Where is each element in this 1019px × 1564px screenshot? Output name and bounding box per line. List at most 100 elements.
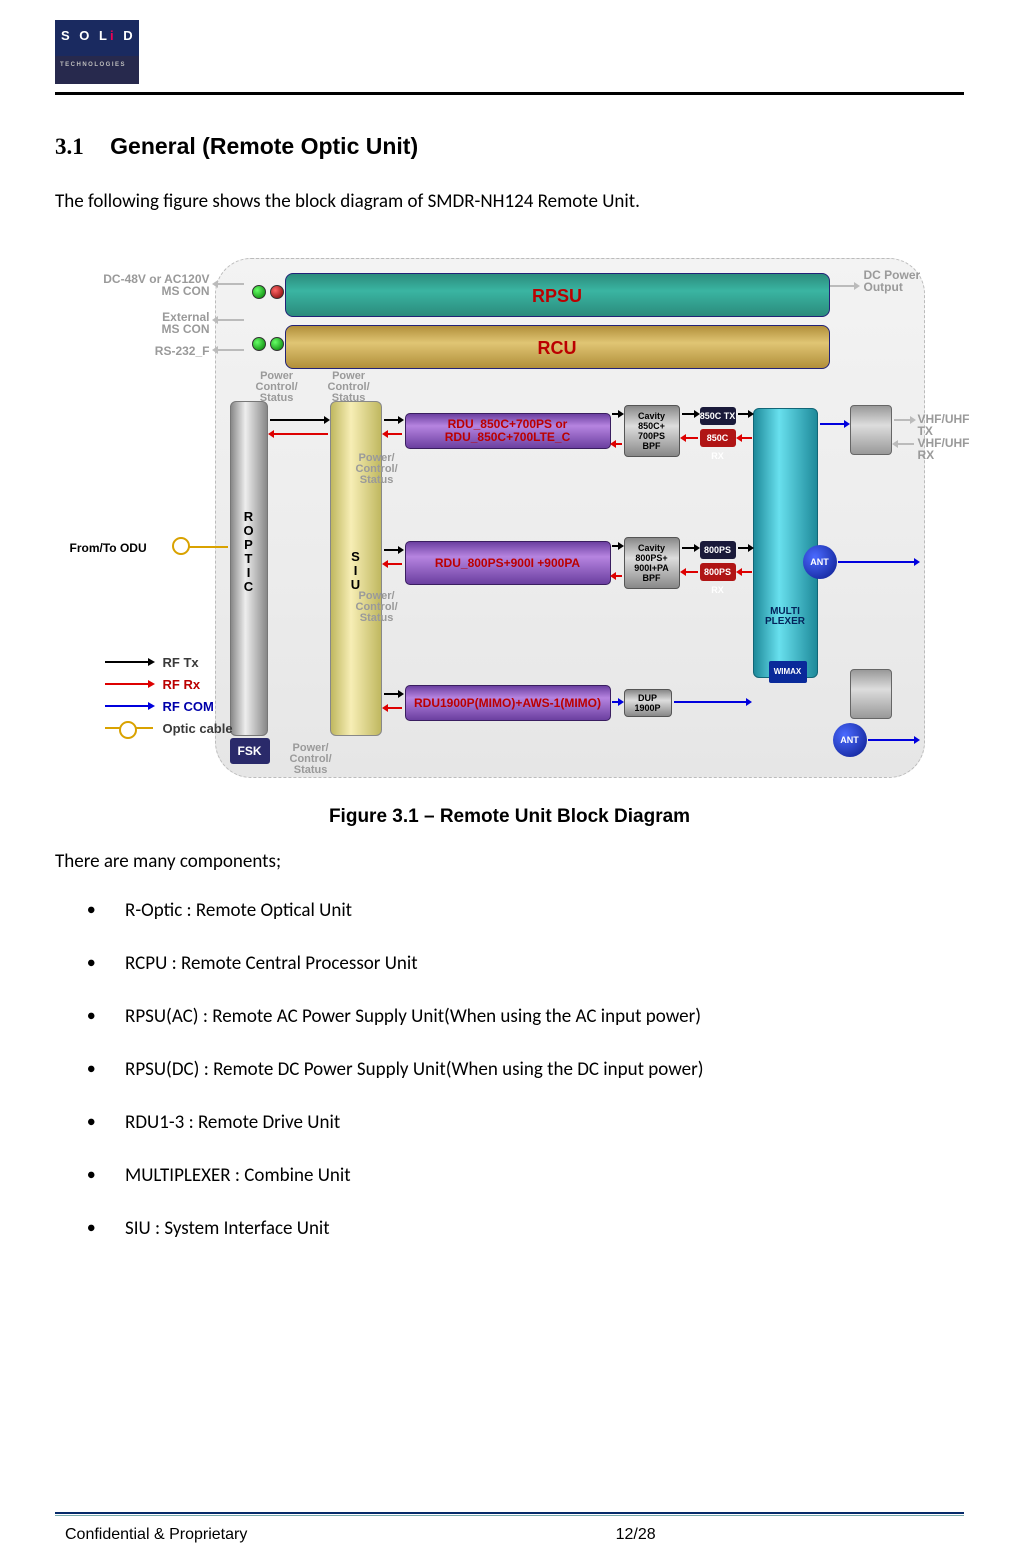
vhf-rx: VHF/UHF RX: [918, 437, 970, 461]
arrow: [674, 701, 750, 703]
arrow: [838, 561, 918, 563]
arrow: [612, 545, 622, 547]
arrow-ms2: [214, 319, 244, 321]
pcs1: Power Control/ Status: [256, 371, 298, 404]
legend-optic: Optic cable: [105, 719, 233, 737]
rcu-led-green1: [252, 337, 266, 351]
side-dcpower: DC Power Output: [864, 269, 921, 293]
arrow: [682, 437, 698, 439]
rdu3: RDU1900P(MIMO)+AWS-1(MIMO): [405, 685, 611, 721]
comp-item: RPSU(DC) : Remote DC Power Supply Unit(W…: [125, 1058, 964, 1081]
arrow: [384, 549, 402, 551]
side-rs232: RS-232_F: [130, 345, 210, 357]
arrow: [384, 563, 402, 565]
logo-pre: S O L: [61, 28, 110, 43]
arrow: [738, 571, 752, 573]
vhf-tx: VHF/UHF TX: [918, 413, 970, 437]
arrow: [384, 693, 402, 695]
arrow: [820, 423, 848, 425]
pcs5: Power/ Control/ Status: [290, 743, 332, 776]
pcs2: Power Control/ Status: [328, 371, 370, 404]
arrow: [682, 571, 698, 573]
out-rect-top: [850, 405, 892, 455]
arrow: [270, 419, 328, 421]
section-heading: 3.1 General (Remote Optic Unit): [55, 133, 964, 160]
components-intro: There are many components;: [55, 850, 964, 873]
legend-rftx: RF Tx: [105, 653, 233, 671]
logo-bottom: TECHNOLOGIES: [60, 62, 126, 68]
logo: S O Li D TECHNOLOGIES: [55, 20, 139, 84]
comp-item: MULTIPLEXER : Combine Unit: [125, 1164, 964, 1187]
tx1: 850C TX: [700, 407, 736, 425]
optic-line: [188, 546, 228, 548]
cavity1: Cavity 850C+ 700PS BPF: [624, 405, 680, 457]
arrow: [682, 547, 698, 549]
arrow-ms1: [214, 283, 244, 285]
footer-rule: [55, 1512, 964, 1516]
arrow: [612, 443, 622, 445]
ant1: ANT: [803, 545, 837, 579]
rdu2: RDU_800PS+900I +900PA: [405, 541, 611, 585]
footer-page: 12/28: [616, 1526, 656, 1544]
mplex-label: MULTI PLEXER: [754, 607, 817, 627]
dup-block: DUP 1900P: [624, 689, 672, 717]
arrow-dcpower: [830, 285, 858, 287]
rx1: 850C RX: [700, 429, 736, 447]
logo-i: i: [110, 28, 117, 43]
rcu-bar: RCU: [285, 325, 830, 369]
side-dc48v: DC-48V or AC120V MS CON: [90, 273, 210, 297]
rcu-led-green2: [270, 337, 284, 351]
legend-rfcom: RF COM: [105, 697, 233, 715]
arrow: [612, 575, 622, 577]
legend-rfrx: RF Rx: [105, 675, 233, 693]
section-title: General (Remote Optic Unit): [110, 133, 418, 159]
rpsu-led-red: [270, 285, 284, 299]
arrow: [612, 701, 622, 703]
multiplexer: MULTI PLEXER: [753, 408, 818, 678]
comp-item: RPSU(AC) : Remote AC Power Supply Unit(W…: [125, 1005, 964, 1028]
pcs4: Power/ Control/ Status: [356, 591, 398, 624]
comp-item: RCPU : Remote Central Processor Unit: [125, 952, 964, 975]
logo-post: D: [117, 28, 136, 43]
pcs3: Power/ Control/ Status: [356, 453, 398, 486]
footer-left: Confidential & Proprietary: [65, 1526, 247, 1544]
arrow-vhfrx: [894, 443, 914, 445]
arrow: [384, 433, 402, 435]
arrow-rs: [214, 349, 244, 351]
figure-caption: Figure 3.1 – Remote Unit Block Diagram: [55, 806, 964, 828]
components-list: R-Optic : Remote Optical Unit RCPU : Rem…: [55, 899, 964, 1240]
arrow: [738, 413, 752, 415]
rpsu-led-green: [252, 285, 266, 299]
roptic-label: R O P T I C: [231, 510, 267, 594]
rdu1: RDU_850C+700PS or RDU_850C+700LTE_C: [405, 413, 611, 449]
ant2: ANT: [833, 723, 867, 757]
footer: Confidential & Proprietary 12/28: [65, 1526, 964, 1544]
wimax: WIMAX: [769, 661, 807, 683]
siu-label: S I U: [331, 550, 381, 592]
arrow: [868, 739, 918, 741]
arrow: [682, 413, 698, 415]
intro-text: The following figure shows the block dia…: [55, 190, 964, 213]
comp-item: R-Optic : Remote Optical Unit: [125, 899, 964, 922]
section-number: 3.1: [55, 134, 84, 159]
side-ext: External MS CON: [130, 311, 210, 335]
rpsu-bar: RPSU: [285, 273, 830, 317]
out-rect-bot: [850, 669, 892, 719]
from-to-odu: From/To ODU: [70, 541, 147, 555]
arrow: [384, 419, 402, 421]
cavity2: Cavity 800PS+ 900I+PA BPF: [624, 537, 680, 589]
comp-item: SIU : System Interface Unit: [125, 1217, 964, 1240]
arrow: [738, 547, 752, 549]
header-rule: [55, 92, 964, 95]
comp-item: RDU1-3 : Remote Drive Unit: [125, 1111, 964, 1134]
arrow: [612, 413, 622, 415]
rx2: 800PS RX: [700, 563, 736, 581]
arrow: [384, 707, 402, 709]
block-diagram: RPSU RCU R O P T I C FSK S I U RDU_850C+…: [60, 253, 960, 798]
arrow: [738, 437, 752, 439]
arrow: [270, 433, 328, 435]
roptic-block: R O P T I C: [230, 401, 268, 736]
fsk-block: FSK: [230, 738, 270, 764]
legend: RF Tx RF Rx RF COM Optic cable: [105, 653, 233, 741]
tx2: 800PS TX: [700, 541, 736, 559]
